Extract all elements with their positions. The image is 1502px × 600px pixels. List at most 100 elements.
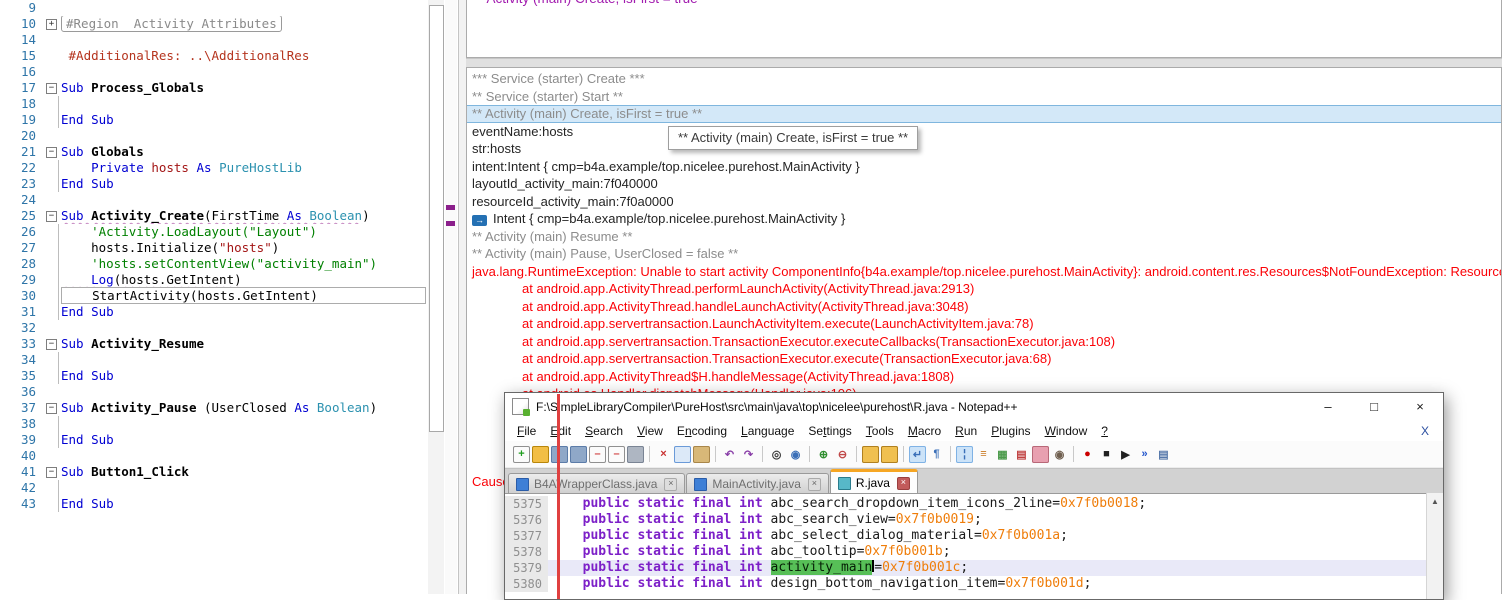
b4a-code-line[interactable]: 41− Sub Button1_Click (0, 464, 428, 480)
menu-search[interactable]: Search (578, 424, 630, 438)
npp-code-line[interactable]: 5375 public static final int abc_search_… (505, 496, 1427, 512)
b4a-code-line[interactable]: 35 End Sub (0, 368, 428, 384)
fold-collapse-icon[interactable]: − (46, 467, 57, 478)
title-bar[interactable]: F:\SimpleLibraryCompiler\PureHost\src\ma… (505, 393, 1443, 420)
copy-icon[interactable] (674, 445, 691, 463)
stop-macro-icon[interactable]: ■ (1098, 446, 1115, 463)
menu-encoding[interactable]: Encoding (670, 424, 734, 438)
log-line[interactable]: ** Activity (main) Resume ** (467, 228, 1501, 246)
npp-code-line[interactable]: 5377 public static final int abc_select_… (505, 528, 1427, 544)
b4a-code-line[interactable]: 24 (0, 192, 428, 208)
log-line[interactable]: eventName:hosts (467, 123, 1501, 141)
fold-collapse-icon[interactable]: − (46, 339, 57, 350)
log-line[interactable]: java.lang.RuntimeException: Unable to st… (467, 263, 1501, 281)
minimize-button[interactable]: – (1305, 393, 1351, 420)
b4a-code-line[interactable]: 10 + #Region Activity Attributes (0, 16, 428, 32)
record-macro-icon[interactable]: ● (1079, 446, 1096, 463)
menu-macro[interactable]: Macro (901, 424, 948, 438)
print-icon[interactable] (627, 445, 644, 463)
b4a-code-line[interactable]: 30 StartActivity(hosts.GetIntent) (0, 287, 428, 304)
cut-icon[interactable]: × (655, 446, 672, 463)
save-macro-icon[interactable]: ▤ (1155, 446, 1172, 463)
b4a-code-line[interactable]: 16 (0, 64, 428, 80)
log-line[interactable]: at android.app.servertransaction.LaunchA… (467, 315, 1501, 333)
menu-window[interactable]: Window (1038, 424, 1095, 438)
menu-plugins[interactable]: Plugins (984, 424, 1037, 438)
sync-vertical-icon[interactable] (862, 445, 879, 463)
new-file-icon[interactable]: + (513, 446, 530, 463)
b4a-code-line[interactable]: 31 End Sub (0, 304, 428, 320)
close-button[interactable]: × (1397, 393, 1443, 420)
b4a-code-line[interactable]: 21− Sub Globals (0, 144, 428, 160)
log-line[interactable]: resourceId_activity_main:7f0a0000 (467, 193, 1501, 211)
npp-editor-scrollbar[interactable]: ▲ (1426, 493, 1443, 599)
zoom-in-icon[interactable]: ⊕ (815, 446, 832, 463)
tab-close-icon[interactable]: × (807, 477, 821, 491)
sync-horizontal-icon[interactable] (881, 445, 898, 463)
fold-collapse-icon[interactable]: − (46, 83, 57, 94)
log-line[interactable]: at android.app.ActivityThread.handleLaun… (467, 298, 1501, 316)
redo-icon[interactable]: ↷ (740, 446, 757, 463)
b4a-code-line[interactable]: 23 End Sub (0, 176, 428, 192)
b4a-code-line[interactable]: 9 (0, 0, 428, 16)
save-all-icon[interactable] (570, 445, 587, 463)
b4a-code-line[interactable]: 18 (0, 96, 428, 112)
maximize-button[interactable]: □ (1351, 393, 1397, 420)
b4a-code-line[interactable]: 34 (0, 352, 428, 368)
folder-workspace-icon[interactable] (1032, 445, 1049, 463)
log-line[interactable]: *** Service (starter) Create *** (467, 70, 1501, 88)
tab-mainactivity-java[interactable]: MainActivity.java × (686, 473, 829, 494)
tab-r-java[interactable]: R.java × (829, 469, 918, 494)
tab-close-icon[interactable]: × (896, 476, 910, 490)
b4a-code-line[interactable]: 19 End Sub (0, 112, 428, 128)
menu-close-document-button[interactable]: X (1421, 424, 1443, 438)
npp-code-line[interactable]: 5378 public static final int abc_tooltip… (505, 544, 1427, 560)
log-line[interactable]: → Intent { cmp=b4a.example/top.nicelee.pu… (467, 210, 1501, 228)
menu-language[interactable]: Language (734, 424, 801, 438)
b4a-code-line[interactable]: 42 (0, 480, 428, 496)
menu-settings[interactable]: Settings (801, 424, 858, 438)
npp-code-line[interactable]: 5379 public static final int activity_ma… (505, 560, 1427, 576)
b4a-code-line[interactable]: 22 Private hosts As PureHostLib (0, 160, 428, 176)
log-line[interactable]: layoutId_activity_main:7f040000 (467, 175, 1501, 193)
find-icon[interactable]: ◎ (768, 446, 785, 463)
log-line[interactable]: str:hosts (467, 140, 1501, 158)
npp-code-line[interactable]: 5376 public static final int abc_search_… (505, 512, 1427, 528)
log-line[interactable]: intent:Intent { cmp=b4a.example/top.nice… (467, 158, 1501, 176)
file-monitor-icon[interactable]: ◉ (1051, 446, 1068, 463)
log-line[interactable]: ** Service (starter) Start ** (467, 88, 1501, 106)
document-list-icon[interactable]: ▤ (1013, 446, 1030, 463)
b4a-code-line[interactable]: 36 (0, 384, 428, 400)
b4a-code-line[interactable]: 15 #AdditionalRes: ..\AdditionalRes (0, 48, 428, 64)
log-line[interactable]: at android.app.servertransaction.Transac… (467, 333, 1501, 351)
b4a-code-line[interactable]: 26 'Activity.LoadLayout("Layout") (0, 224, 428, 240)
npp-code-editor[interactable]: 5375 public static final int abc_search_… (505, 493, 1427, 599)
undo-icon[interactable]: ↶ (721, 446, 738, 463)
zoom-out-icon[interactable]: ⊖ (834, 446, 851, 463)
close-all-icon[interactable]: – (608, 446, 625, 463)
log-line[interactable]: at android.app.ActivityThread.performLau… (467, 280, 1501, 298)
b4a-code-line[interactable]: 38 (0, 416, 428, 432)
run-macro-multi-icon[interactable]: » (1136, 446, 1153, 463)
paste-icon[interactable] (693, 445, 710, 463)
menu-file[interactable]: File (510, 424, 543, 438)
b4a-code-line[interactable]: 43 End Sub (0, 496, 428, 512)
b4a-code-line[interactable]: 20 (0, 128, 428, 144)
b4a-code-line[interactable]: 14 (0, 32, 428, 48)
menu-view[interactable]: View (630, 424, 670, 438)
scrollbar-thumb[interactable] (429, 5, 444, 432)
b4a-code-editor[interactable]: 9 10 + #Region Activity Attributes 14 15 #Add… (0, 0, 428, 594)
log-line[interactable]: at android.app.servertransaction.Transac… (467, 350, 1501, 368)
play-macro-icon[interactable]: ▶ (1117, 446, 1134, 463)
b4a-code-line[interactable]: 28 'hosts.setContentView("activity_main"… (0, 256, 428, 272)
log-line[interactable]: at android.app.ActivityThread$H.handleMe… (467, 368, 1501, 386)
function-list-icon[interactable]: ≡ (975, 446, 992, 463)
log-line[interactable]: ** Activity (main) Create, isFirst = tru… (467, 105, 1501, 123)
open-file-icon[interactable] (532, 445, 549, 463)
fold-collapse-icon[interactable]: − (46, 147, 57, 158)
b4a-code-line[interactable]: 39 End Sub (0, 432, 428, 448)
fold-expand-icon[interactable]: + (46, 19, 57, 30)
menu-edit[interactable]: Edit (543, 424, 578, 438)
b4a-code-line[interactable]: 27 hosts.Initialize("hosts") (0, 240, 428, 256)
npp-code-line[interactable]: 5380 public static final int design_bott… (505, 576, 1427, 592)
